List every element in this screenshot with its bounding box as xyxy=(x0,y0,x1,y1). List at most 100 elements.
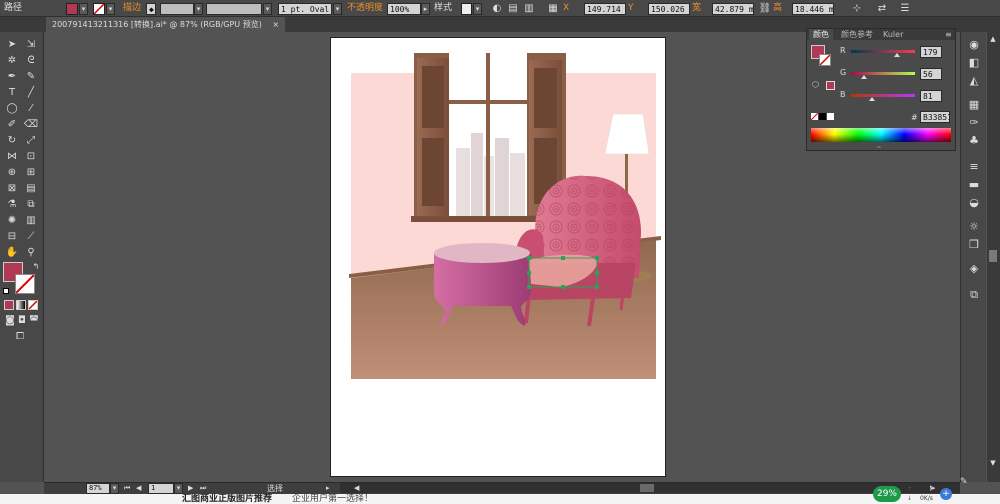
scroll-left-icon[interactable]: ◀ xyxy=(354,484,362,492)
gradient-tool-icon[interactable]: ▤ xyxy=(23,182,39,196)
panel-current-color[interactable] xyxy=(826,81,835,90)
mesh-tool-icon[interactable]: ⊠ xyxy=(4,182,20,196)
scroll-up-icon[interactable]: ▲ xyxy=(988,34,998,44)
magic-wand-tool-icon[interactable]: ✲ xyxy=(4,54,20,68)
isolate-icon[interactable]: ⇄ xyxy=(875,0,889,17)
panel-resize-grip[interactable]: ═ xyxy=(877,145,887,151)
tab-color[interactable]: 颜色 xyxy=(809,29,833,40)
b-input[interactable]: 81 xyxy=(920,90,942,102)
artboard-number-input[interactable]: 1 xyxy=(148,483,174,494)
b-slider-track[interactable] xyxy=(851,94,915,97)
draw-inside-icon[interactable]: ◚ xyxy=(26,314,42,328)
stroke-swatch[interactable] xyxy=(93,3,105,15)
default-colors-icon[interactable] xyxy=(3,288,9,294)
anchor-point[interactable] xyxy=(595,285,599,289)
width-input[interactable]: 42.879 m xyxy=(712,3,754,15)
height-input[interactable]: 18.446 m xyxy=(792,3,834,15)
free-transform-tool-icon[interactable]: ⊡ xyxy=(23,150,39,164)
g-input[interactable]: 56 xyxy=(920,68,942,80)
status-menu-icon[interactable]: ▸ xyxy=(326,483,330,494)
stroke-panel-icon[interactable]: ≡ xyxy=(966,160,982,174)
next-artboard-icon[interactable]: ▶ xyxy=(188,483,193,494)
selection-tool-icon[interactable]: ➤ xyxy=(4,38,20,52)
eyedropper-tool-icon[interactable]: ⚗ xyxy=(4,198,20,212)
recolor-icon[interactable]: ◐ xyxy=(490,0,504,17)
x-input[interactable]: 149.714 p xyxy=(584,3,626,15)
panel-stroke-swatch[interactable] xyxy=(819,54,831,66)
variable-width-profile[interactable] xyxy=(206,3,262,15)
color-mode-icon[interactable] xyxy=(4,300,14,310)
reference-point-icon[interactable]: ▦ xyxy=(546,0,560,17)
paintbrush-tool-icon[interactable]: ⁄ xyxy=(23,102,39,116)
y-input[interactable]: 150.026 p xyxy=(648,3,690,15)
hex-input[interactable]: B33851 xyxy=(920,111,950,123)
symbol-sprayer-tool-icon[interactable]: ✺ xyxy=(4,214,20,228)
footer-ad-subtitle[interactable]: 企业用户第一选择！ xyxy=(292,494,373,504)
illustration-canvas[interactable] xyxy=(331,38,665,476)
rotate-tool-icon[interactable]: ↻ xyxy=(4,134,20,148)
link-proportions-icon[interactable]: ⛓ xyxy=(758,0,772,17)
fill-dropdown[interactable]: ▾ xyxy=(79,3,88,15)
last-artboard-icon[interactable]: ⏭ xyxy=(200,483,206,494)
horizontal-scroll-thumb[interactable] xyxy=(640,484,654,492)
r-slider-thumb[interactable] xyxy=(894,53,900,57)
type-tool-icon[interactable]: T xyxy=(4,86,20,100)
y-label[interactable]: Y xyxy=(628,0,634,17)
screen-mode-icon[interactable]: ⧠ xyxy=(12,330,28,344)
hand-tool-icon[interactable]: ✋ xyxy=(4,246,20,260)
b-slider-thumb[interactable] xyxy=(869,97,875,101)
kuler-icon[interactable]: ◭ xyxy=(966,74,982,88)
direct-selection-tool-icon[interactable]: ⇲ xyxy=(23,38,39,52)
line-tool-icon[interactable]: ╱ xyxy=(23,86,39,100)
stroke-dropdown[interactable]: ▾ xyxy=(106,3,115,15)
artboards-panel-icon[interactable]: ⧉ xyxy=(966,288,982,302)
artboard-dropdown[interactable]: ▾ xyxy=(174,483,183,494)
column-graph-tool-icon[interactable]: ▥ xyxy=(23,214,39,228)
none-color-chip[interactable] xyxy=(810,112,819,121)
graphic-styles-icon[interactable]: ❒ xyxy=(966,238,982,252)
zoom-input[interactable]: 87% xyxy=(86,483,110,494)
vertical-scroll-thumb[interactable] xyxy=(989,250,997,262)
color-panel-icon[interactable]: ◉ xyxy=(966,38,982,52)
g-slider-thumb[interactable] xyxy=(861,75,867,79)
transform-icon[interactable]: ⊹ xyxy=(850,0,864,17)
r-slider-track[interactable] xyxy=(851,50,915,53)
black-color-chip[interactable] xyxy=(819,113,826,120)
close-tab-icon[interactable]: × xyxy=(272,20,279,29)
style-swatch[interactable] xyxy=(461,3,472,15)
gradient-panel-icon[interactable]: ▬ xyxy=(966,178,982,192)
distribute-icon[interactable]: ▥ xyxy=(522,0,536,17)
stroke-width-stepper[interactable]: ◆ xyxy=(146,3,156,15)
slice-tool-icon[interactable]: ⟋ xyxy=(23,230,39,244)
opacity-label[interactable]: 不透明度 xyxy=(347,0,383,17)
none-mode-icon[interactable] xyxy=(28,300,38,310)
tab-color-guide[interactable]: 颜色参考 xyxy=(837,29,877,40)
blend-tool-icon[interactable]: ⧉ xyxy=(23,198,39,212)
stroke-label[interactable]: 描边 xyxy=(123,0,141,17)
scale-tool-icon[interactable]: ⤢ xyxy=(23,134,39,148)
anchor-point[interactable] xyxy=(527,285,531,289)
anchor-point[interactable] xyxy=(561,256,565,260)
x-label[interactable]: X xyxy=(563,0,569,17)
appearance-panel-icon[interactable]: ☼ xyxy=(966,220,982,234)
opacity-dropdown[interactable]: ▸ xyxy=(421,3,430,15)
anchor-point[interactable] xyxy=(561,285,565,289)
swap-fill-stroke-icon[interactable]: ↰ xyxy=(28,260,44,274)
profile-dropdown[interactable]: ▾ xyxy=(263,3,272,15)
gradient-mode-icon[interactable] xyxy=(16,300,26,310)
white-color-chip[interactable] xyxy=(827,113,834,120)
accelerator-icon[interactable]: + xyxy=(940,488,952,500)
artboard[interactable] xyxy=(330,37,666,477)
layers-panel-icon[interactable]: ◈ xyxy=(966,262,982,276)
artboard-tool-icon[interactable]: ⊟ xyxy=(4,230,20,244)
opacity-input[interactable]: 100% xyxy=(387,3,421,15)
color-spectrum[interactable] xyxy=(811,128,951,142)
tab-kuler[interactable]: Kuler xyxy=(879,29,907,40)
stroke-width-input[interactable] xyxy=(160,3,194,15)
speed-badge[interactable]: 29% xyxy=(873,486,901,502)
color-guide-icon[interactable]: ◧ xyxy=(966,56,982,70)
stroke-width-dropdown[interactable]: ▾ xyxy=(194,3,203,15)
anchor-point[interactable] xyxy=(595,271,599,275)
transparency-panel-icon[interactable]: ◒ xyxy=(966,196,982,210)
zoom-dropdown[interactable]: ▾ xyxy=(110,483,119,494)
